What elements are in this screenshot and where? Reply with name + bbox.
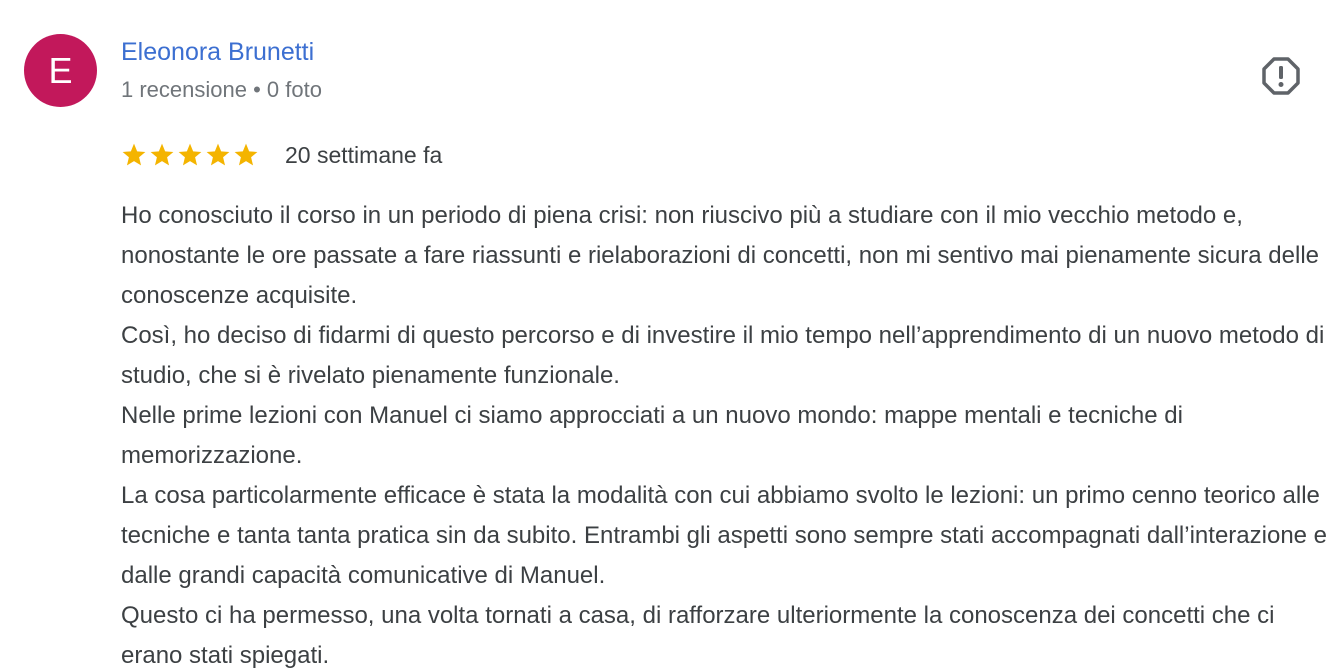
review-paragraph: La cosa particolarmente efficace è stata… — [121, 482, 1328, 589]
star-icon — [150, 143, 174, 166]
review-paragraph: Così, ho deciso di fidarmi di questo per… — [121, 322, 1325, 389]
review-paragraph: Nelle prime lezioni con Manuel ci siamo … — [121, 402, 1183, 469]
review-card: E Eleonora Brunetti 1 recensione • 0 fot… — [0, 0, 1338, 672]
author-meta: 1 recensione • 0 foto — [121, 77, 322, 102]
author-name[interactable]: Eleonora Brunetti — [121, 38, 314, 67]
star-rating — [121, 142, 259, 168]
review-paragraph: Ho conosciuto il corso in un periodo di … — [121, 202, 1320, 309]
review-paragraph: Questo ci ha permesso, una volta tornati… — [121, 602, 1275, 669]
star-icon — [234, 143, 258, 166]
star-icon — [122, 143, 146, 166]
avatar[interactable]: E — [24, 34, 97, 107]
rating-row: 20 settimane fa — [121, 138, 442, 172]
star-icon — [206, 143, 230, 166]
review-date: 20 settimane fa — [285, 141, 443, 168]
review-text: Ho conosciuto il corso in un periodo di … — [121, 196, 1331, 672]
report-review-button[interactable] — [1258, 53, 1304, 99]
star-icon — [178, 143, 202, 166]
flag-icon — [1262, 57, 1300, 95]
